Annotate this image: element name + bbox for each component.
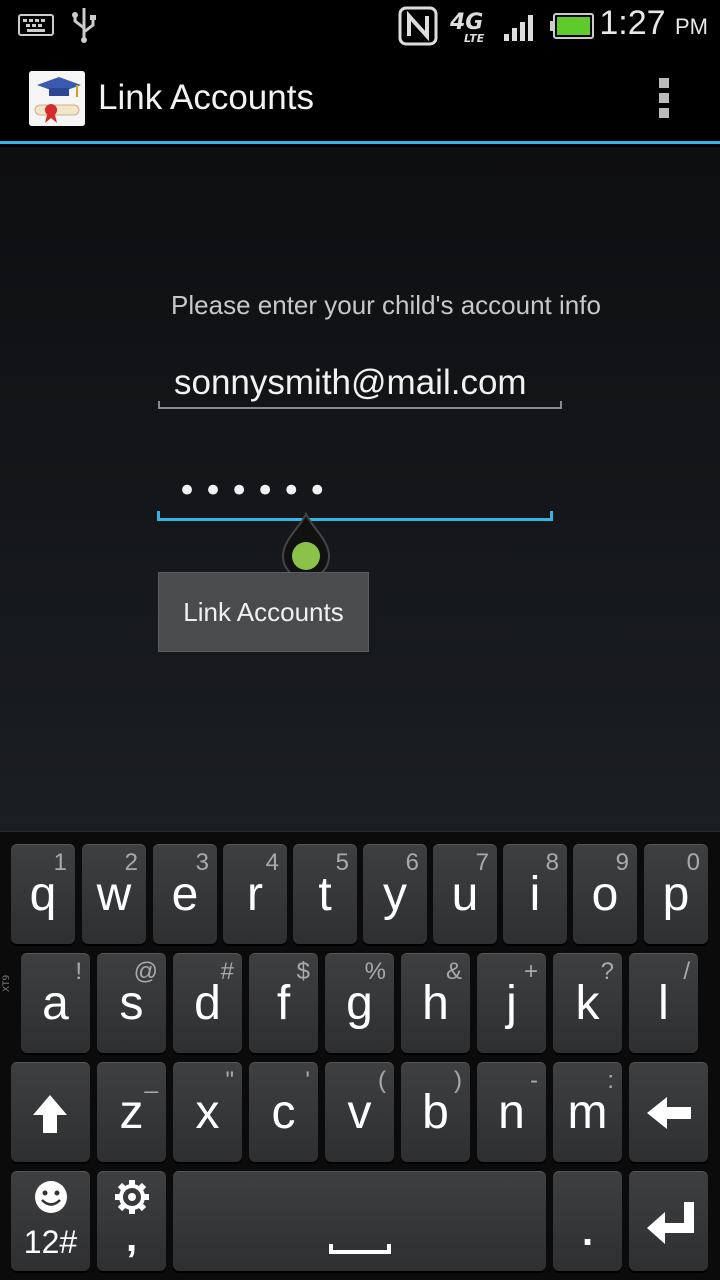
key-label: g <box>346 977 373 1030</box>
key-t[interactable]: 5t <box>293 844 357 944</box>
key-j[interactable]: + j <box>477 953 546 1053</box>
clock: 1:27 PM <box>599 4 708 43</box>
key-q[interactable]: 1q <box>11 844 75 944</box>
key-i[interactable]: 8i <box>503 844 567 944</box>
key-label: y <box>383 868 407 921</box>
key-label: o <box>591 868 619 921</box>
shift-arrow-icon <box>33 1095 67 1133</box>
backspace-icon <box>647 1097 691 1129</box>
key-c[interactable]: ' c <box>249 1062 318 1162</box>
network-type-indicator: 4G LTE <box>450 10 494 46</box>
key-label: r <box>247 868 263 921</box>
key-e[interactable]: 3e <box>153 844 217 944</box>
key-label: m <box>567 1086 608 1139</box>
password-field[interactable]: •••••• <box>157 465 553 521</box>
key-l[interactable]: / l <box>629 953 698 1053</box>
clock-time: 1:27 <box>599 4 666 42</box>
key-u[interactable]: 7u <box>433 844 497 944</box>
overflow-menu-icon[interactable] <box>657 78 671 118</box>
key-label: k <box>575 977 600 1030</box>
key-label: j <box>506 977 517 1030</box>
key-label: v <box>347 1086 372 1139</box>
symbols-key[interactable]: 12# <box>11 1171 90 1271</box>
key-label: n <box>498 1086 525 1139</box>
email-field[interactable]: sonnysmith@mail.com <box>158 355 562 409</box>
key-label: u <box>451 868 479 921</box>
key-label: e <box>171 868 199 921</box>
key-label: z <box>119 1086 144 1139</box>
key-label: f <box>276 977 291 1030</box>
key-a[interactable]: ! a <box>21 953 90 1053</box>
key-label: h <box>422 977 449 1030</box>
signal-icon <box>504 15 533 41</box>
key-r[interactable]: 4r <box>223 844 287 944</box>
gear-icon <box>115 1180 149 1214</box>
app-logo-icon[interactable] <box>29 71 85 126</box>
network-subtype-label: LTE <box>464 32 485 45</box>
clock-ampm: PM <box>675 14 708 39</box>
password-value: •••••• <box>177 471 334 511</box>
space-key[interactable] <box>173 1171 546 1271</box>
key-label: x <box>195 1086 220 1139</box>
key-d[interactable]: # d <box>173 953 242 1053</box>
settings-comma-key[interactable]: , <box>97 1171 166 1271</box>
key-label: w <box>96 868 132 921</box>
link-accounts-button[interactable]: Link Accounts <box>158 572 369 652</box>
key-v[interactable]: (v <box>325 1062 394 1162</box>
comma-label: , <box>125 1216 138 1260</box>
enter-key[interactable] <box>629 1171 708 1271</box>
symbols-label: 12# <box>23 1224 78 1260</box>
space-bar-icon <box>329 1244 391 1254</box>
keyboard-icon <box>18 14 54 36</box>
key-w[interactable]: 2w <box>82 844 146 944</box>
key-label: t <box>318 868 332 921</box>
smiley-icon <box>35 1181 67 1213</box>
battery-icon <box>550 13 594 39</box>
period-key[interactable]: . <box>553 1171 622 1271</box>
backspace-key[interactable] <box>629 1062 708 1162</box>
key-label: i <box>529 868 541 921</box>
key-y[interactable]: 6y <box>363 844 427 944</box>
soft-keyboard: XT9 1q 2w 3e 4r 5t 6y 7u 8i 9o 0p ! a @ s … <box>0 831 720 1280</box>
main-content: Please enter your child's account info s… <box>0 147 720 831</box>
key-label: b <box>422 1086 449 1139</box>
key-x[interactable]: " x <box>173 1062 242 1162</box>
key-g[interactable]: % g <box>325 953 394 1053</box>
key-h[interactable]: & h <box>401 953 470 1053</box>
key-label: c <box>271 1086 296 1139</box>
xt9-label: XT9 <box>2 974 12 992</box>
email-value: sonnysmith@mail.com <box>174 363 527 402</box>
key-o[interactable]: 9o <box>573 844 637 944</box>
key-label: s <box>119 977 144 1030</box>
action-bar: Link Accounts <box>0 50 720 144</box>
key-label: d <box>194 977 221 1030</box>
key-b[interactable]: ) b <box>401 1062 470 1162</box>
key-label: a <box>42 977 69 1030</box>
key-f[interactable]: $ f <box>249 953 318 1053</box>
key-n[interactable]: -n <box>477 1062 546 1162</box>
key-m[interactable]: :m <box>553 1062 622 1162</box>
status-bar: 4G LTE 1:27 PM <box>0 0 720 50</box>
key-s[interactable]: @ s <box>97 953 166 1053</box>
period-label: . <box>581 1210 594 1254</box>
key-label: l <box>658 977 669 1030</box>
instruction-text: Please enter your child's account info <box>171 290 601 320</box>
enter-icon <box>647 1202 694 1244</box>
page-title: Link Accounts <box>98 78 314 117</box>
usb-icon <box>72 8 96 43</box>
nfc-icon <box>398 6 438 46</box>
key-z[interactable]: _ z <box>97 1062 166 1162</box>
key-label: p <box>662 868 690 921</box>
key-p[interactable]: 0p <box>644 844 708 944</box>
shift-key[interactable] <box>11 1062 90 1162</box>
key-k[interactable]: ? k <box>553 953 622 1053</box>
key-label: q <box>29 868 57 921</box>
